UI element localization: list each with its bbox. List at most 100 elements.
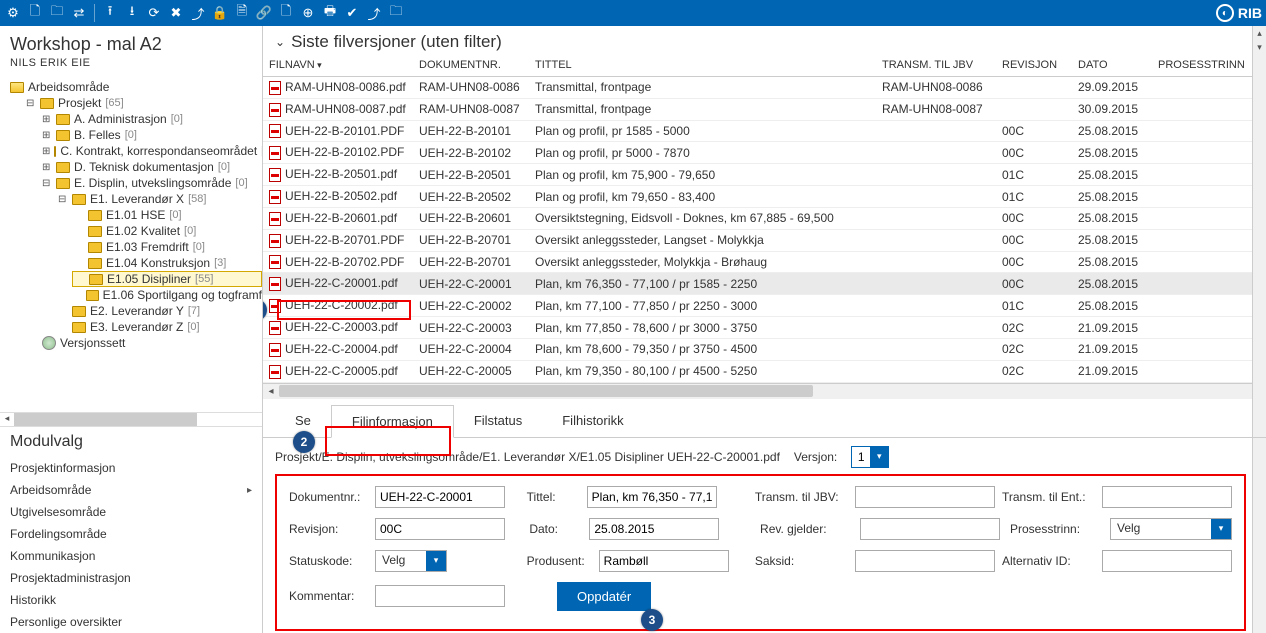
section-header[interactable]: ⌄ Siste filversjoner (uten filter) xyxy=(263,26,1266,54)
note-icon[interactable]: 🗎 xyxy=(233,4,251,22)
table-row[interactable]: UEH-22-C-20001.pdfUEH-22-C-20001Plan, km… xyxy=(263,273,1252,295)
tree-item[interactable]: ⊞B. Felles [0] xyxy=(42,127,262,143)
menu-arbeidsomrade[interactable]: Arbeidsområde▸ xyxy=(0,479,262,501)
input-transm-ent[interactable] xyxy=(1102,486,1232,508)
tree-item[interactable]: E1.01 HSE [0] xyxy=(74,207,262,223)
print-icon[interactable]: 🖶 xyxy=(321,4,339,22)
menu-prosjektinfo[interactable]: Prosjektinformasjon xyxy=(0,457,262,479)
table-row[interactable]: UEH-22-C-20002.pdfUEH-22-C-20002Plan, km… xyxy=(263,295,1252,317)
collapse-icon[interactable]: ⊟ xyxy=(58,194,68,205)
expand-icon[interactable]: ⊞ xyxy=(42,146,50,157)
check-icon[interactable]: ✔ xyxy=(343,4,361,22)
tab-filinformasjon[interactable]: Filinformasjon xyxy=(331,405,454,438)
tree-prosjekt[interactable]: ⊟ Prosjekt [65] xyxy=(26,95,262,111)
input-tittel[interactable] xyxy=(587,486,717,508)
folder-icon[interactable]: 🗀 xyxy=(48,4,66,22)
plus-icon[interactable]: ⊕ xyxy=(299,4,317,22)
chevron-down-icon[interactable]: ▾ xyxy=(1211,519,1231,539)
expand-icon[interactable]: ⊞ xyxy=(42,130,52,141)
col-revisjon[interactable]: REVISJON xyxy=(996,54,1072,77)
section-title: Siste filversjoner (uten filter) xyxy=(291,32,502,52)
table-row[interactable]: UEH-22-B-20102.PDFUEH-22-B-20102Plan og … xyxy=(263,142,1252,164)
collapse-icon[interactable]: ⊟ xyxy=(42,178,52,189)
tree-item[interactable]: E1.04 Konstruksjon [3] xyxy=(74,255,262,271)
tree-item[interactable]: E2. Leverandør Y [7] xyxy=(58,303,262,319)
input-produsent[interactable] xyxy=(599,550,729,572)
tree-item[interactable]: ⊞C. Kontrakt, korrespondanseområdet [0] xyxy=(42,143,262,159)
tree-item[interactable]: E1.02 Kvalitet [0] xyxy=(74,223,262,239)
tree-item[interactable]: Versjonssett xyxy=(42,335,262,351)
input-dokumentnr[interactable] xyxy=(375,486,505,508)
input-revisjon[interactable] xyxy=(375,518,505,540)
move-icon[interactable]: ⇄ xyxy=(70,4,88,22)
version-input[interactable] xyxy=(852,448,870,466)
table-row[interactable]: UEH-22-C-20003.pdfUEH-22-C-20003Plan, km… xyxy=(263,317,1252,339)
expand-icon[interactable]: ⊞ xyxy=(42,114,52,125)
col-prosesstrinn[interactable]: PROSESSTRINN xyxy=(1152,54,1252,77)
table-row[interactable]: UEH-22-B-20502.pdfUEH-22-B-20502Plan og … xyxy=(263,186,1252,208)
delete-icon[interactable]: ✖ xyxy=(167,4,185,22)
tab-filstatus[interactable]: Filstatus xyxy=(454,405,542,437)
table-row[interactable]: RAM-UHN08-0086.pdfRAM-UHN08-0086Transmit… xyxy=(263,77,1252,99)
table-row[interactable]: UEH-22-B-20501.pdfUEH-22-B-20501Plan og … xyxy=(263,164,1252,186)
input-alternativ-id[interactable] xyxy=(1102,550,1232,572)
doc-icon[interactable]: 🗋 xyxy=(26,4,44,22)
lock-icon[interactable]: 🔒 xyxy=(211,4,229,22)
col-filnavn[interactable]: FILNAVN xyxy=(263,54,413,77)
input-transm-jbv[interactable] xyxy=(855,486,995,508)
table-row[interactable]: UEH-22-C-20004.pdfUEH-22-C-20004Plan, km… xyxy=(263,338,1252,360)
tree-item[interactable]: ⊞A. Administrasjon [0] xyxy=(42,111,262,127)
grid-h-scrollbar[interactable]: ◂▸ xyxy=(263,383,1266,399)
table-row[interactable]: UEH-22-B-20101.PDFUEH-22-B-20101Plan og … xyxy=(263,120,1252,142)
action2-icon[interactable]: ⤴ xyxy=(365,4,383,22)
menu-utgivelse[interactable]: Utgivelsesområde xyxy=(0,501,262,523)
col-transm[interactable]: TRANSM. TIL JBV xyxy=(876,54,996,77)
table-row[interactable]: UEH-22-B-20601.pdfUEH-22-B-20601Oversikt… xyxy=(263,207,1252,229)
input-rev-gjelder[interactable] xyxy=(860,518,1000,540)
menu-historikk[interactable]: Historikk xyxy=(0,589,262,611)
table-row[interactable]: UEH-22-B-20701.PDFUEH-22-B-20701Oversikt… xyxy=(263,229,1252,251)
settings-icon[interactable]: 🗀 xyxy=(387,4,405,22)
h-scrollbar[interactable]: ◂ xyxy=(0,412,262,426)
download-icon[interactable]: ⭳ xyxy=(123,4,141,22)
input-kommentar[interactable] xyxy=(375,585,505,607)
menu-kommunikasjon[interactable]: Kommunikasjon xyxy=(0,545,262,567)
version-select[interactable]: ▾ xyxy=(851,446,889,468)
input-dato[interactable] xyxy=(589,518,719,540)
folder-icon xyxy=(56,162,70,173)
menu-personlige[interactable]: Personlige oversikter xyxy=(0,611,262,633)
input-saksid[interactable] xyxy=(855,550,995,572)
menu-prosjektadmin[interactable]: Prosjektadministrasjon xyxy=(0,567,262,589)
gear-icon[interactable]: ⚙ xyxy=(4,4,22,22)
select-statuskode[interactable]: Velg▾ xyxy=(375,550,447,572)
expand-icon[interactable]: ⊞ xyxy=(42,162,52,173)
tree-item[interactable]: ⊞D. Teknisk dokumentasjon [0] xyxy=(42,159,262,175)
collapse-icon[interactable]: ⊟ xyxy=(26,98,36,109)
tree-item[interactable]: E1.03 Fremdrift [0] xyxy=(74,239,262,255)
tree-item[interactable]: ⊟E. Displin, utvekslingsområde [0] xyxy=(42,175,262,191)
tree-root-node[interactable]: Arbeidsområde xyxy=(10,79,262,95)
col-tittel[interactable]: TITTEL xyxy=(529,54,876,77)
action-icon[interactable]: ⤴ xyxy=(189,4,207,22)
folder-icon xyxy=(89,274,103,285)
tab-filhistorikk[interactable]: Filhistorikk xyxy=(542,405,643,437)
table-row[interactable]: RAM-UHN08-0087.pdfRAM-UHN08-0087Transmit… xyxy=(263,98,1252,120)
tree-item[interactable]: E1.06 Sportilgang og togframf xyxy=(74,287,262,303)
v-scrollbar[interactable]: ▴▾ xyxy=(1252,26,1266,633)
chevron-down-icon[interactable]: ▾ xyxy=(426,551,446,571)
chevron-down-icon[interactable]: ▾ xyxy=(870,447,888,467)
tree-item-selected[interactable]: E1.05 Disipliner [55] xyxy=(72,271,262,287)
table-row[interactable]: UEH-22-C-20005.pdfUEH-22-C-20005Plan, km… xyxy=(263,360,1252,382)
link-icon[interactable]: 🔗 xyxy=(255,4,273,22)
menu-fordeling[interactable]: Fordelingsområde xyxy=(0,523,262,545)
table-row[interactable]: UEH-22-B-20702.PDFUEH-22-B-20701Oversikt… xyxy=(263,251,1252,273)
tree-item[interactable]: ⊟E1. Leverandør X [58] xyxy=(58,191,262,207)
col-dato[interactable]: DATO xyxy=(1072,54,1152,77)
doc2-icon[interactable]: 🗋 xyxy=(277,4,295,22)
update-button[interactable]: Oppdatér xyxy=(557,582,651,611)
select-prosesstrinn[interactable]: Velg▾ xyxy=(1110,518,1232,540)
col-dokumentnr[interactable]: DOKUMENTNR. xyxy=(413,54,529,77)
refresh-icon[interactable]: ⟳ xyxy=(145,4,163,22)
tree-item[interactable]: E3. Leverandør Z [0] xyxy=(58,319,262,335)
upload-icon[interactable]: ⭱ xyxy=(101,4,119,22)
